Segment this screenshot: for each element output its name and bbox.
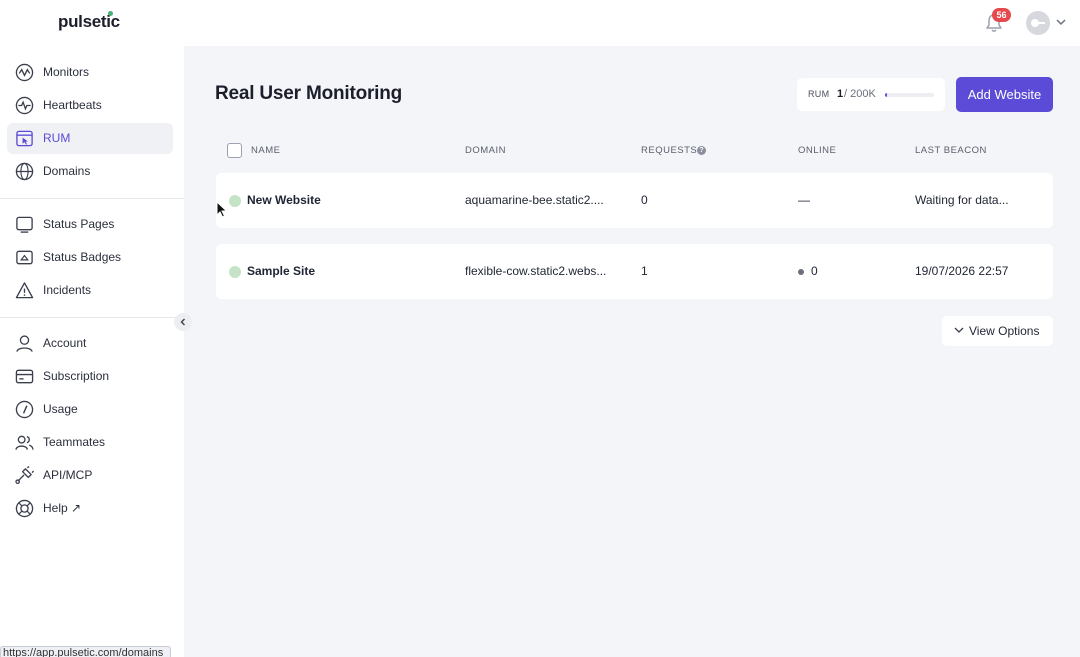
chevron-down-icon[interactable]: [1056, 18, 1066, 26]
rum-usage-meter: RUM 1 / 200K: [797, 78, 945, 111]
sidebar-item-help[interactable]: Help ↗: [7, 493, 173, 524]
heartbeat-icon: [15, 96, 34, 115]
column-header-last-beacon[interactable]: LAST BEACON: [915, 145, 987, 156]
website-online: 0: [811, 264, 818, 278]
sidebar-item-domains[interactable]: Domains: [7, 156, 173, 187]
sidebar-item-incidents[interactable]: Incidents: [7, 275, 173, 306]
badge-icon: [16, 250, 33, 265]
globe-icon: [15, 162, 34, 181]
sidebar-item-usage[interactable]: Usage: [7, 394, 173, 425]
column-header-requests[interactable]: REQUESTS: [641, 145, 697, 156]
usage-progress-fill: [885, 93, 887, 97]
user-icon: [16, 335, 33, 352]
team-icon: [15, 435, 34, 450]
help-icon[interactable]: ?: [697, 146, 706, 155]
usage-count: 1: [837, 88, 844, 100]
sidebar-item-label: Status Badges: [43, 250, 122, 264]
user-avatar-icon: [1031, 19, 1045, 27]
logo-dot: [108, 11, 113, 16]
add-website-button[interactable]: Add Website: [956, 77, 1053, 112]
website-name: New Website: [247, 193, 321, 207]
chevron-left-icon: [180, 318, 185, 326]
website-online: —: [798, 193, 810, 207]
mouse-cursor-icon: [216, 201, 228, 218]
sidebar-item-label: Help ↗: [43, 501, 82, 515]
usage-label: RUM: [808, 89, 830, 99]
website-last-beacon: 19/07/2026 22:57: [915, 264, 1009, 278]
sidebar: Monitors Heartbeats RUM Domains Status P…: [0, 46, 184, 657]
sidebar-item-label: Usage: [43, 402, 78, 416]
website-requests: 0: [641, 193, 648, 207]
usage-limit: / 200K: [844, 88, 876, 100]
website-domain: flexible-cow.static2.webs...: [465, 264, 607, 278]
sidebar-item-label: Incidents: [43, 283, 92, 297]
sidebar-item-label: Teammates: [43, 435, 106, 449]
sidebar-item-account[interactable]: Account: [7, 328, 173, 359]
website-last-beacon: Waiting for data...: [915, 193, 1009, 207]
sidebar-divider: [0, 317, 184, 318]
sidebar-item-status-pages[interactable]: Status Pages: [7, 209, 173, 240]
column-header-domain[interactable]: DOMAIN: [465, 145, 506, 156]
column-header-name[interactable]: NAME: [251, 145, 280, 156]
top-bar: pulsetic 56: [0, 0, 1080, 46]
column-header-online[interactable]: ONLINE: [798, 145, 836, 156]
sidebar-collapse-button[interactable]: [174, 313, 192, 331]
sidebar-item-monitors[interactable]: Monitors: [7, 57, 173, 88]
usage-progress-bar: [885, 93, 934, 97]
sidebar-item-label: Monitors: [43, 65, 90, 79]
sidebar-item-label: RUM: [43, 131, 71, 145]
website-requests: 1: [641, 264, 648, 278]
browser-status-url: https://app.pulsetic.com/domains: [0, 646, 171, 657]
rum-icon: [16, 130, 33, 147]
warning-icon: [15, 282, 34, 299]
notification-badge: 56: [992, 8, 1011, 22]
page-title: Real User Monitoring: [215, 83, 403, 104]
sidebar-item-label: Status Pages: [43, 217, 115, 231]
sidebar-item-status-badges[interactable]: Status Badges: [7, 242, 173, 273]
sidebar-divider: [0, 198, 184, 199]
sidebar-item-label: Subscription: [43, 369, 110, 383]
status-dot: [229, 195, 241, 207]
sidebar-item-teammates[interactable]: Teammates: [7, 427, 173, 458]
sidebar-item-rum[interactable]: RUM: [7, 123, 173, 154]
chevron-down-icon: [954, 327, 964, 333]
plug-icon: [15, 466, 34, 485]
website-name: Sample Site: [247, 264, 316, 278]
pulse-icon: [15, 63, 34, 82]
online-indicator-dot: [798, 269, 804, 275]
view-options-button[interactable]: View Options: [942, 316, 1053, 346]
table-row[interactable]: Sample Site flexible-cow.static2.webs...…: [216, 244, 1053, 299]
card-icon: [15, 369, 34, 384]
gauge-icon: [15, 400, 34, 419]
view-options-label: View Options: [969, 324, 1040, 338]
status-dot: [229, 266, 241, 278]
sidebar-item-label: API/MCP: [43, 468, 93, 482]
sidebar-item-api-mcp[interactable]: API/MCP: [7, 460, 173, 491]
table-row[interactable]: New Website aquamarine-bee.static2.... 0…: [216, 173, 1053, 228]
website-domain: aquamarine-bee.static2....: [465, 193, 604, 207]
sidebar-item-label: Heartbeats: [43, 98, 102, 112]
lifebuoy-icon: [15, 499, 34, 518]
sidebar-item-subscription[interactable]: Subscription: [7, 361, 173, 392]
sidebar-item-label: Account: [43, 336, 87, 350]
select-all-checkbox[interactable]: [227, 143, 242, 158]
sidebar-item-label: Domains: [43, 164, 91, 178]
avatar[interactable]: [1026, 11, 1050, 35]
monitor-icon: [16, 216, 33, 233]
sidebar-item-heartbeats[interactable]: Heartbeats: [7, 90, 173, 121]
